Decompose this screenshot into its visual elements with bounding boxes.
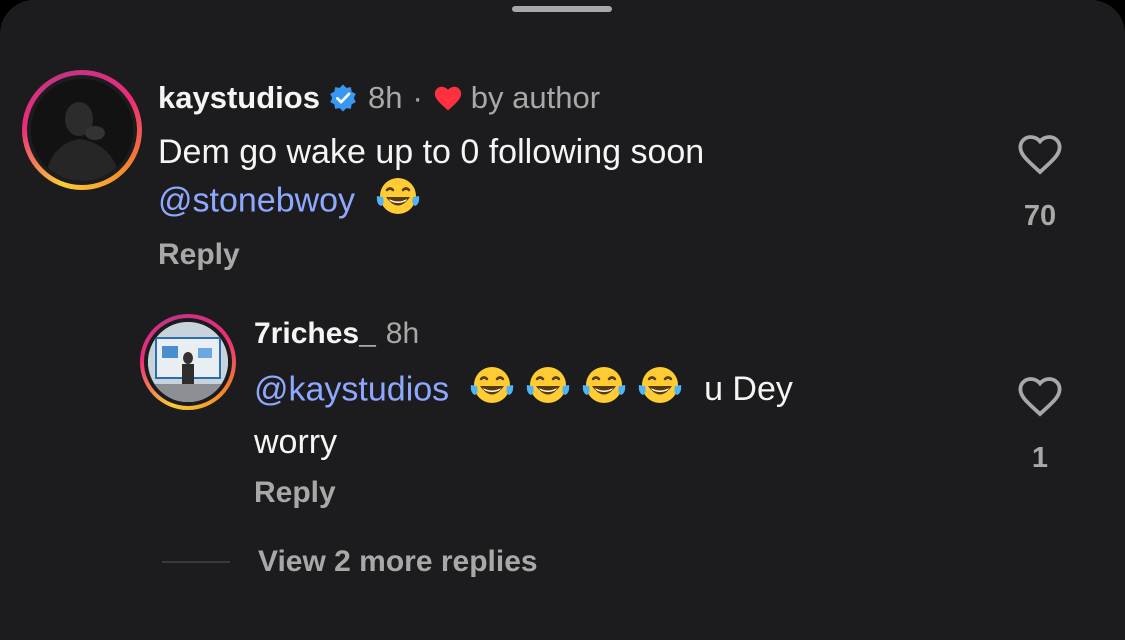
view-more-replies[interactable]: View 2 more replies bbox=[162, 542, 538, 582]
comment-username[interactable]: kaystudios bbox=[158, 80, 320, 116]
reply-mention[interactable]: @kaystudios bbox=[254, 370, 449, 408]
reply-avatar[interactable] bbox=[140, 314, 236, 410]
comment-meta: kaystudios 8h · by author bbox=[158, 78, 600, 118]
comment-text: Dem go wake up to 0 following soon bbox=[158, 133, 705, 171]
heart-outline-icon[interactable] bbox=[1016, 132, 1064, 181]
drag-handle[interactable] bbox=[512, 6, 612, 12]
tears-of-joy-emoji-icon bbox=[637, 365, 683, 418]
view-more-replies-label[interactable]: View 2 more replies bbox=[258, 545, 538, 579]
comment-line2: @stonebwoy bbox=[158, 176, 978, 229]
reply-meta: 7riches_ 8h bbox=[254, 316, 419, 352]
tears-of-joy-emoji-icon bbox=[525, 365, 571, 418]
comment-body: Dem go wake up to 0 following soon @ston… bbox=[158, 128, 978, 229]
reply-like-count: 1 bbox=[1031, 442, 1049, 474]
avatar[interactable] bbox=[22, 70, 142, 190]
comment-timestamp: 8h bbox=[367, 80, 403, 115]
reply-line1: @kaystudios u Dey bbox=[254, 365, 974, 418]
reply-line2: worry bbox=[254, 423, 338, 461]
comments-sheet: kaystudios 8h · by author Dem go wake up… bbox=[0, 0, 1125, 640]
reply-reply-button[interactable]: Reply bbox=[254, 476, 336, 510]
reply-timestamp: 8h bbox=[385, 317, 420, 350]
liked-by-author-label: by author bbox=[470, 80, 601, 115]
reply-username[interactable]: 7riches_ bbox=[254, 317, 376, 351]
divider-line bbox=[162, 561, 230, 563]
comment-like-count: 70 bbox=[1023, 200, 1057, 232]
meta-separator: · bbox=[412, 80, 423, 115]
comment-mention[interactable]: @stonebwoy bbox=[158, 181, 355, 219]
author-like-heart-icon bbox=[433, 84, 463, 112]
reply-body: @kaystudios u Dey worry bbox=[254, 365, 974, 466]
avatar-photo bbox=[31, 79, 133, 181]
reply-avatar-photo bbox=[148, 322, 228, 402]
heart-outline-icon[interactable] bbox=[1016, 374, 1064, 423]
reply-text: u Dey bbox=[704, 370, 793, 409]
tears-of-joy-emoji-icon bbox=[581, 365, 627, 418]
verified-badge-icon bbox=[328, 83, 358, 113]
tears-of-joy-emoji-icon bbox=[469, 365, 515, 418]
comment-reply-button[interactable]: Reply bbox=[158, 238, 240, 272]
tears-of-joy-emoji-icon bbox=[375, 176, 421, 229]
